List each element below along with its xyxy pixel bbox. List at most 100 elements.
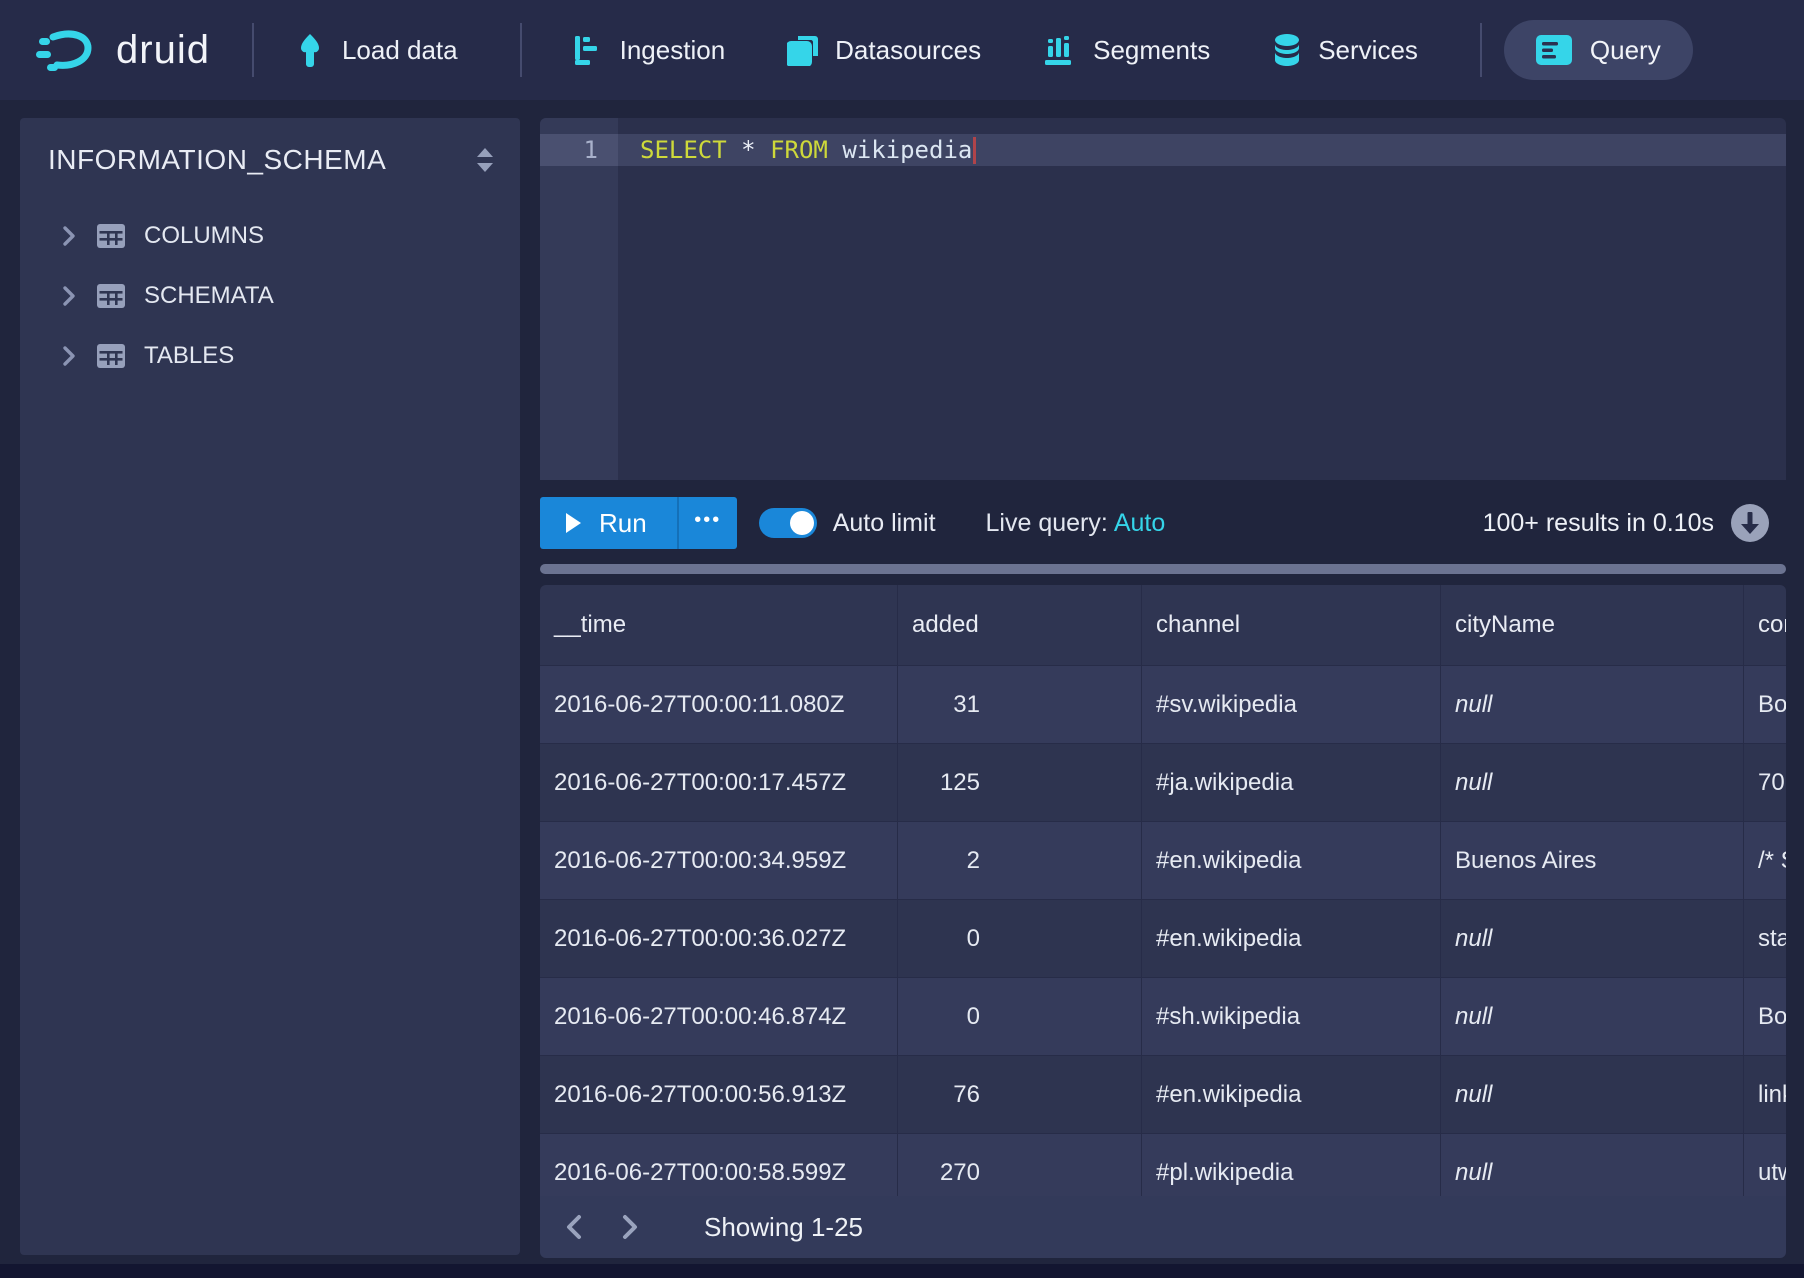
cell-cityname[interactable]: null bbox=[1441, 744, 1744, 821]
table-row: 2016-06-27T00:00:36.027Z 0 #en.wikipedia… bbox=[540, 899, 1786, 977]
cell-channel[interactable]: #en.wikipedia bbox=[1142, 1056, 1441, 1133]
services-icon bbox=[1272, 33, 1302, 67]
nav-item-segments[interactable]: Segments bbox=[1043, 34, 1210, 66]
ingestion-icon bbox=[572, 34, 604, 66]
cell-added[interactable]: 2 bbox=[898, 822, 1142, 899]
editor-gutter bbox=[540, 118, 618, 480]
cell-time[interactable]: 2016-06-27T00:00:11.080Z bbox=[540, 666, 898, 743]
cell-comment[interactable]: 70: bbox=[1744, 744, 1786, 821]
schema-tree: COLUMNS SCHEMATA bbox=[20, 206, 520, 386]
column-header-time[interactable]: __time bbox=[540, 585, 898, 665]
cell-added[interactable]: 125 bbox=[898, 744, 1142, 821]
live-query-value[interactable]: Auto bbox=[1114, 509, 1165, 537]
results-panel: __time added channel cityName comment 20… bbox=[540, 585, 1786, 1258]
tree-item-tables[interactable]: TABLES bbox=[20, 326, 520, 386]
double-caret-vertical-icon bbox=[472, 145, 498, 175]
nav-item-label: Ingestion bbox=[620, 35, 726, 66]
cell-cityname[interactable]: Buenos Aires bbox=[1441, 822, 1744, 899]
live-query-label: Live query: bbox=[986, 509, 1108, 537]
cell-cityname[interactable]: null bbox=[1441, 666, 1744, 743]
nav-item-datasources[interactable]: Datasources bbox=[787, 34, 981, 66]
sort-order-button[interactable] bbox=[472, 145, 498, 175]
druid-logo[interactable]: druid bbox=[36, 26, 210, 74]
horizontal-scrollbar[interactable] bbox=[540, 564, 1786, 574]
nav-item-label: Segments bbox=[1093, 35, 1210, 66]
line-number: 1 bbox=[540, 134, 618, 166]
cell-added[interactable]: 31 bbox=[898, 666, 1142, 743]
cell-channel[interactable]: #sv.wikipedia bbox=[1142, 666, 1441, 743]
cell-comment[interactable]: link bbox=[1744, 1056, 1786, 1133]
nav-item-services[interactable]: Services bbox=[1272, 33, 1418, 67]
download-icon bbox=[1730, 503, 1770, 543]
run-more-options-button[interactable]: ••• bbox=[677, 497, 737, 549]
load-data-icon bbox=[294, 33, 326, 67]
run-button-label: Run bbox=[599, 508, 647, 539]
table-icon bbox=[96, 283, 126, 309]
cell-time[interactable]: 2016-06-27T00:00:36.027Z bbox=[540, 900, 898, 977]
cell-added[interactable]: 0 bbox=[898, 900, 1142, 977]
cell-time[interactable]: 2016-06-27T00:00:34.959Z bbox=[540, 822, 898, 899]
cell-added[interactable]: 76 bbox=[898, 1056, 1142, 1133]
schema-title: INFORMATION_SCHEMA bbox=[48, 144, 386, 176]
chevron-right-icon bbox=[62, 225, 76, 247]
top-nav-bar: druid Load data Ingestion Datasources bbox=[0, 0, 1804, 100]
chevron-left-icon bbox=[566, 1214, 582, 1240]
download-results-button[interactable] bbox=[1730, 503, 1770, 543]
tree-item-schemata[interactable]: SCHEMATA bbox=[20, 266, 520, 326]
run-button[interactable]: Run bbox=[540, 497, 677, 549]
bottom-edge-bar bbox=[0, 1264, 1804, 1278]
tree-item-columns[interactable]: COLUMNS bbox=[20, 206, 520, 266]
table-icon bbox=[96, 223, 126, 249]
cell-cityname[interactable]: null bbox=[1441, 1056, 1744, 1133]
column-header-channel[interactable]: channel bbox=[1142, 585, 1441, 665]
toggle-knob bbox=[790, 511, 814, 535]
cell-time[interactable]: 2016-06-27T00:00:56.913Z bbox=[540, 1056, 898, 1133]
nav-item-ingestion[interactable]: Ingestion bbox=[572, 34, 726, 66]
showing-range-label: Showing 1-25 bbox=[704, 1212, 863, 1243]
sql-editor[interactable]: 1 SELECT * FROM wikipedia bbox=[540, 118, 1786, 480]
cell-added[interactable]: 0 bbox=[898, 978, 1142, 1055]
column-header-cityname[interactable]: cityName bbox=[1441, 585, 1744, 665]
datasources-icon bbox=[787, 34, 819, 66]
results-info: 100+ results in 0.10s bbox=[1483, 509, 1714, 538]
brand-name: druid bbox=[116, 28, 210, 73]
sql-star: * bbox=[741, 136, 755, 164]
query-icon bbox=[1536, 35, 1572, 65]
next-page-button[interactable] bbox=[608, 1205, 652, 1249]
table-icon bbox=[96, 343, 126, 369]
nav-item-query-active[interactable]: Query bbox=[1504, 20, 1693, 80]
cell-comment[interactable]: /* S bbox=[1744, 822, 1786, 899]
nav-item-load-data[interactable]: Load data bbox=[294, 33, 458, 67]
chevron-right-icon bbox=[62, 285, 76, 307]
cell-channel[interactable]: #en.wikipedia bbox=[1142, 822, 1441, 899]
cell-channel[interactable]: #sh.wikipedia bbox=[1142, 978, 1441, 1055]
table-row: 2016-06-27T00:00:34.959Z 2 #en.wikipedia… bbox=[540, 821, 1786, 899]
cell-channel[interactable]: #en.wikipedia bbox=[1142, 900, 1441, 977]
cell-channel[interactable]: #ja.wikipedia bbox=[1142, 744, 1441, 821]
druid-logo-icon bbox=[36, 26, 100, 74]
table-row: 2016-06-27T00:00:17.457Z 125 #ja.wikiped… bbox=[540, 743, 1786, 821]
chevron-right-icon bbox=[62, 345, 76, 367]
nav-item-label: Load data bbox=[342, 35, 458, 66]
sql-keyword: FROM bbox=[770, 136, 828, 164]
chevron-right-icon bbox=[622, 1214, 638, 1240]
tree-item-label: COLUMNS bbox=[144, 222, 264, 250]
run-button-group: Run ••• bbox=[540, 497, 737, 549]
cell-cityname[interactable]: null bbox=[1441, 900, 1744, 977]
nav-separator bbox=[252, 23, 254, 77]
column-header-comment[interactable]: comment bbox=[1744, 585, 1786, 665]
cell-time[interactable]: 2016-06-27T00:00:46.874Z bbox=[540, 978, 898, 1055]
sql-text: SELECT * FROM wikipedia bbox=[618, 134, 1786, 166]
auto-limit-toggle[interactable] bbox=[759, 508, 817, 538]
segments-icon bbox=[1043, 34, 1077, 66]
cell-cityname[interactable]: null bbox=[1441, 978, 1744, 1055]
cell-time[interactable]: 2016-06-27T00:00:17.457Z bbox=[540, 744, 898, 821]
editor-active-line: 1 SELECT * FROM wikipedia bbox=[540, 134, 1786, 166]
previous-page-button[interactable] bbox=[552, 1205, 596, 1249]
nav-item-label: Query bbox=[1590, 35, 1661, 66]
cell-comment[interactable]: sta bbox=[1744, 900, 1786, 977]
cell-comment[interactable]: Bot bbox=[1744, 666, 1786, 743]
column-header-added[interactable]: added bbox=[898, 585, 1142, 665]
table-row: 2016-06-27T00:00:56.913Z 76 #en.wikipedi… bbox=[540, 1055, 1786, 1133]
cell-comment[interactable]: Bot bbox=[1744, 978, 1786, 1055]
